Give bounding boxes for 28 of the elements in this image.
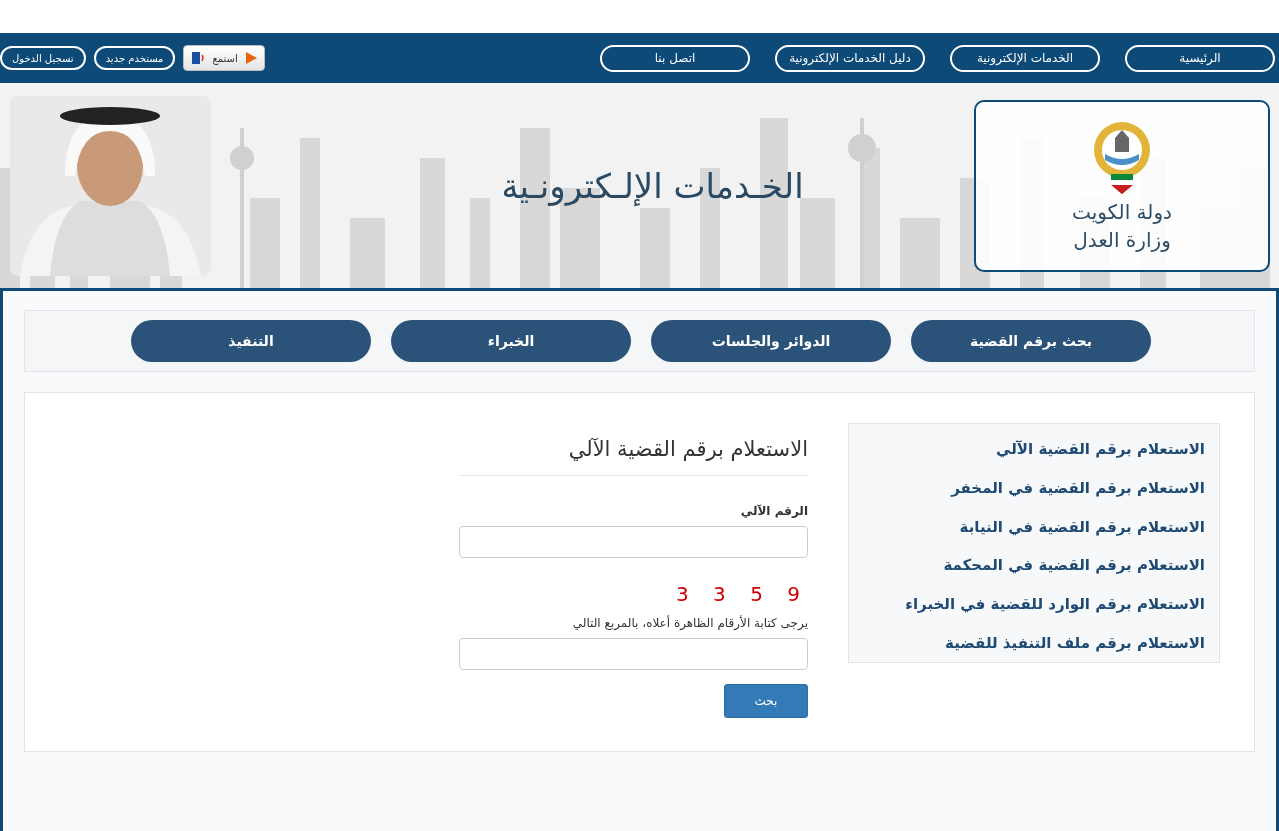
inquiry-link[interactable]: الاستعلام برقم القضية في المخفر [849,468,1205,508]
nav-link[interactable]: اتصل بنا [600,44,750,72]
inquiry-link[interactable]: الاستعلام برقم القضية في المحكمة [849,546,1205,585]
nav-link[interactable]: الخدمات الإلكترونية [950,44,1100,72]
nav-link[interactable]: الرئيسية [1125,44,1275,72]
listen-button[interactable]: استمع [183,45,265,71]
field-label: الرقم الآلي [739,504,808,518]
ministry-text: دولة الكويت [1072,199,1172,224]
inquiry-link[interactable]: الاستعلام برقم ملف التنفيذ للقضية [849,623,1205,663]
account-button[interactable]: تسجيل الدخول [0,46,86,70]
search-button[interactable]: بحث [724,684,808,718]
nav-link[interactable]: دليل الخدمات الإلكترونية [775,44,925,72]
case-number-field[interactable] [459,526,808,558]
inquiry-link[interactable]: الاستعلام برقم الوارد للقضية في الخبراء [849,584,1205,624]
captcha-field[interactable] [459,638,808,670]
account-button[interactable]: مستخدم جديد [93,46,176,70]
ministry-text: وزارة العدل [1073,227,1171,252]
category-tab[interactable]: بحث برقم القضية [911,320,1151,362]
play-icon [243,51,258,65]
form-heading: الاستعلام برقم القضية الآلي [459,423,808,476]
category-tab[interactable]: التنفيذ [131,320,371,362]
inquiry-link[interactable]: الاستعلام برقم القضية الآلي [849,430,1205,469]
captcha-hint: يرجى كتابة الأرقام الظاهرة أعلاه، بالمربع التالي [571,616,808,630]
category-tab[interactable]: الدوائر والجلسات [651,320,891,362]
speaker-icon [190,50,207,66]
category-tab[interactable]: الخبراء [391,320,631,362]
inquiry-link[interactable]: الاستعلام برقم القضية في النيابة [849,507,1205,546]
page-title: الخـدمات الإلـكترونـية [501,165,804,206]
